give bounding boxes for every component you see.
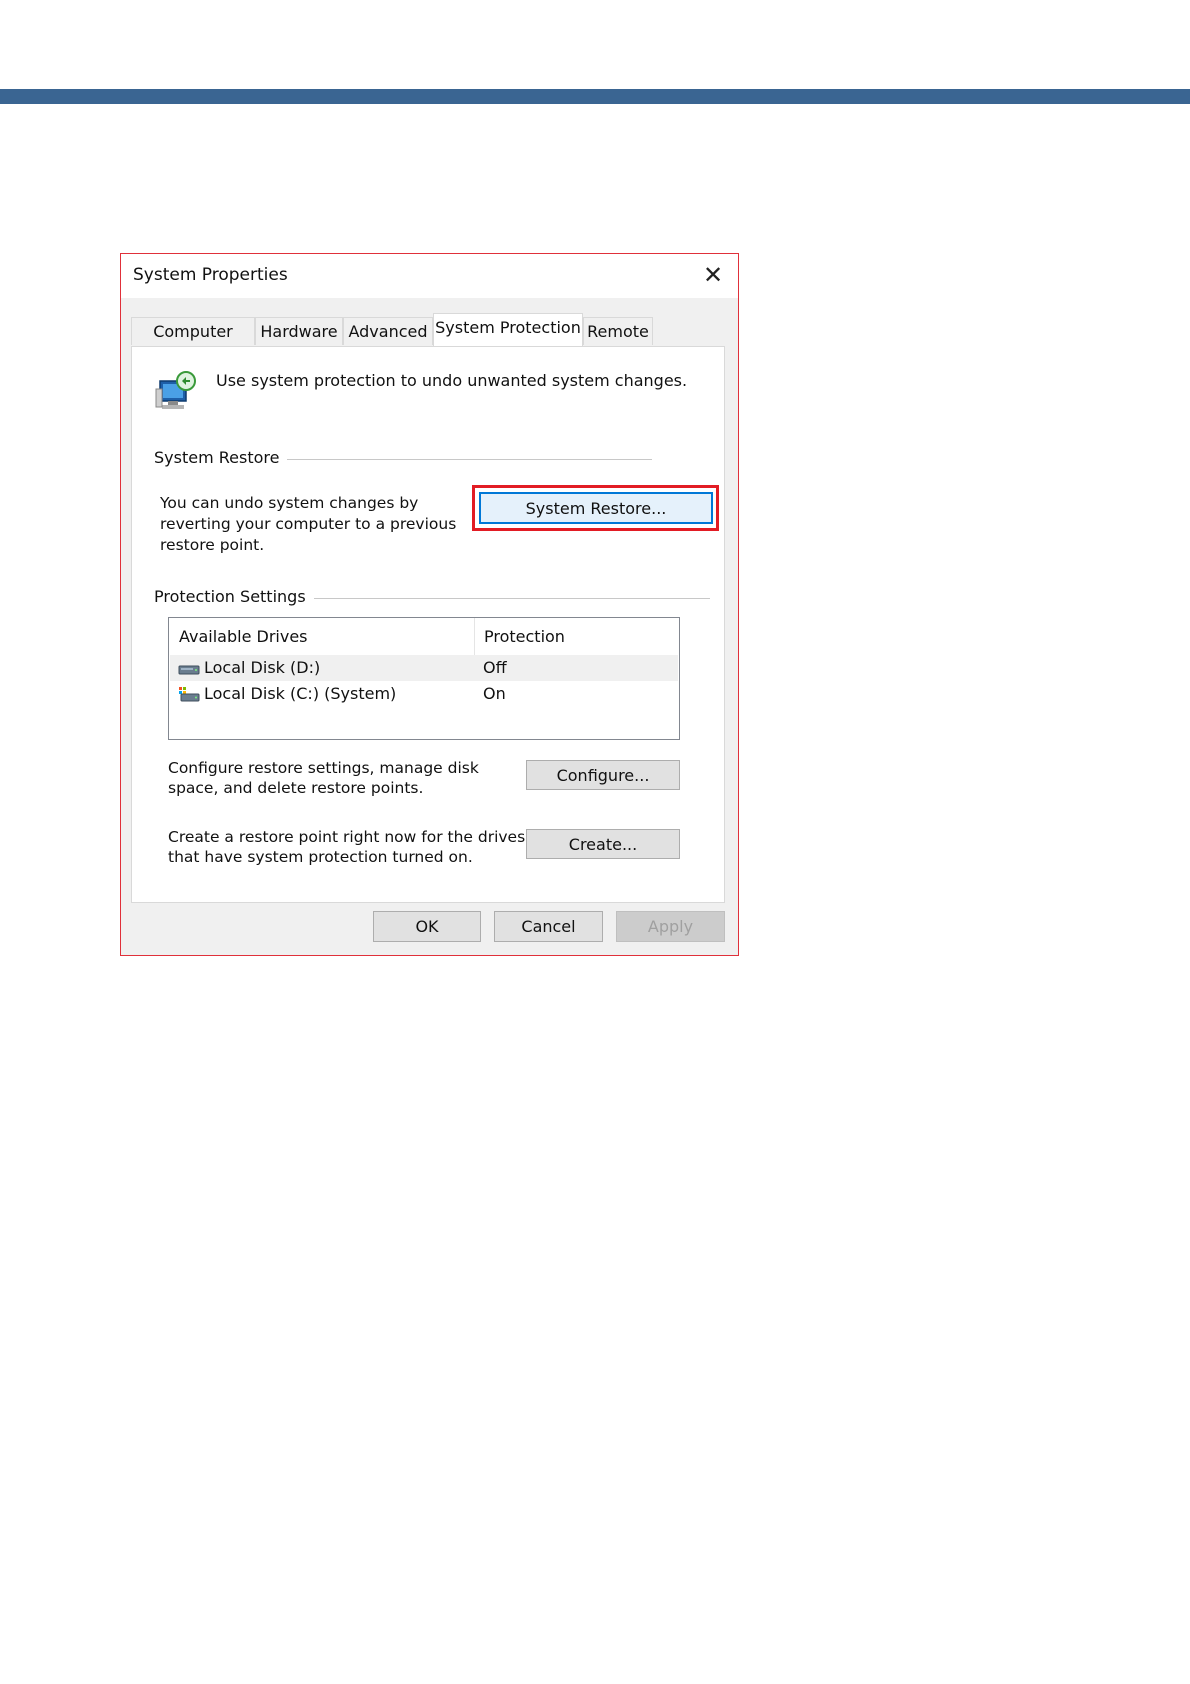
configure-description: Configure restore settings, manage disk … [168,759,479,797]
shield-computer-icon [155,371,196,409]
cancel-button[interactable]: Cancel [494,911,603,942]
system-properties-dialog: System Properties ✕ Computer Name Hardwa… [120,253,739,956]
create-button[interactable]: Create... [526,829,680,859]
create-description: Create a restore point right now for the… [168,828,526,866]
tab-system-protection[interactable]: System Protection [433,313,583,346]
drive-protection-status: Off [483,658,507,677]
drive-protection-status: On [483,684,506,703]
close-icon[interactable]: ✕ [698,260,728,290]
protection-settings-group-title: Protection Settings [154,587,314,606]
system-restore-group-title: System Restore [154,448,288,467]
drives-table[interactable]: Available Drives Protection Local Disk (… [168,617,680,740]
drive-name: Local Disk (D:) [204,658,321,677]
system-restore-description: You can undo system changes by reverting… [160,494,457,554]
document-page: System Properties ✕ Computer Name Hardwa… [0,0,1190,1684]
tab-computer-name[interactable]: Computer Name [131,317,255,369]
system-drive-icon [179,687,200,702]
ok-button[interactable]: OK [373,911,481,942]
header-band [0,89,1190,104]
tab-remote[interactable]: Remote [583,317,653,345]
intro-text: Use system protection to undo unwanted s… [216,371,688,390]
tab-hardware[interactable]: Hardware [255,317,343,345]
drive-icon [178,665,200,675]
tab-advanced[interactable]: Advanced [343,317,433,345]
table-row[interactable]: Local Disk (C:) (System) On [170,681,678,707]
tab-panel: Use system protection to undo unwanted s… [131,346,725,903]
system-restore-button[interactable]: System Restore... [479,492,713,524]
table-row[interactable]: Local Disk (D:) Off [170,655,678,681]
apply-button[interactable]: Apply [616,911,725,942]
column-header-available-drives[interactable]: Available Drives [169,618,474,655]
window-title: System Properties [133,265,288,285]
title-bar: System Properties ✕ [121,254,738,298]
drive-name: Local Disk (C:) (System) [204,684,397,703]
configure-button[interactable]: Configure... [526,760,680,790]
column-header-protection[interactable]: Protection [474,618,674,655]
